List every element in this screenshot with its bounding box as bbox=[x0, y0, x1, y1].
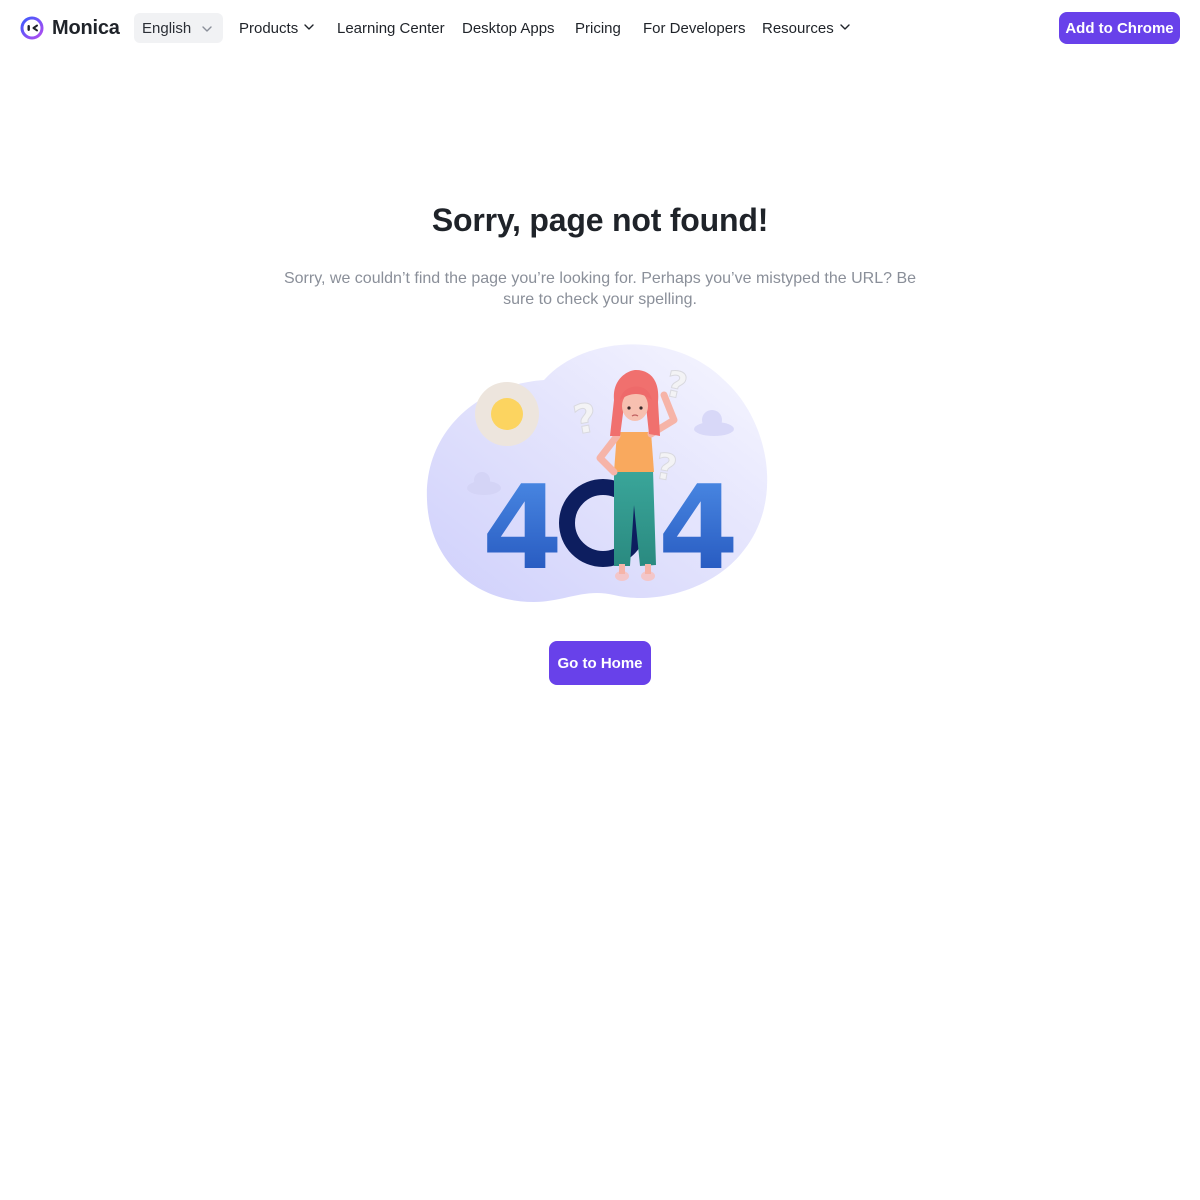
logo-text: Monica bbox=[52, 16, 120, 39]
chevron-down-icon bbox=[839, 20, 851, 37]
page-subtitle: Sorry, we couldn’t find the page you’re … bbox=[283, 270, 917, 308]
nav-label: Resources bbox=[762, 19, 834, 37]
nav-label: Pricing bbox=[575, 19, 621, 37]
go-to-home-button[interactable]: Go to Home bbox=[549, 641, 651, 685]
nav-item-pricing[interactable]: Pricing bbox=[575, 18, 621, 38]
nav-label: Desktop Apps bbox=[462, 19, 555, 37]
404-illustration: ? ? ? 4 4 bbox=[424, 340, 776, 608]
sun-icon bbox=[491, 398, 523, 430]
nav-item-desktop-apps[interactable]: Desktop Apps bbox=[462, 18, 555, 38]
monica-logo-icon bbox=[20, 16, 44, 40]
nav-item-for-developers[interactable]: For Developers bbox=[643, 18, 746, 38]
nav-label: Products bbox=[239, 19, 299, 37]
monica-logo[interactable]: Monica bbox=[20, 16, 120, 40]
page-title: Sorry, page not found! bbox=[431, 202, 769, 238]
nav-label: Learning Center bbox=[337, 19, 445, 37]
chevron-down-icon bbox=[201, 22, 213, 40]
nav-item-resources[interactable]: Resources bbox=[762, 18, 851, 38]
chevron-down-icon bbox=[303, 20, 315, 37]
nav-item-products[interactable]: Products bbox=[239, 18, 315, 38]
top-navigation: Monica English Products Learning Center … bbox=[0, 0, 1200, 56]
nav-label: For Developers bbox=[643, 19, 746, 37]
nav-item-learning-center[interactable]: Learning Center bbox=[337, 18, 445, 38]
language-selector[interactable]: English bbox=[134, 13, 223, 43]
digit-four-left: 4 bbox=[482, 461, 563, 596]
digit-four-right: 4 bbox=[658, 461, 739, 596]
add-to-chrome-button[interactable]: Add to Chrome bbox=[1059, 12, 1180, 44]
language-label: English bbox=[142, 19, 192, 37]
